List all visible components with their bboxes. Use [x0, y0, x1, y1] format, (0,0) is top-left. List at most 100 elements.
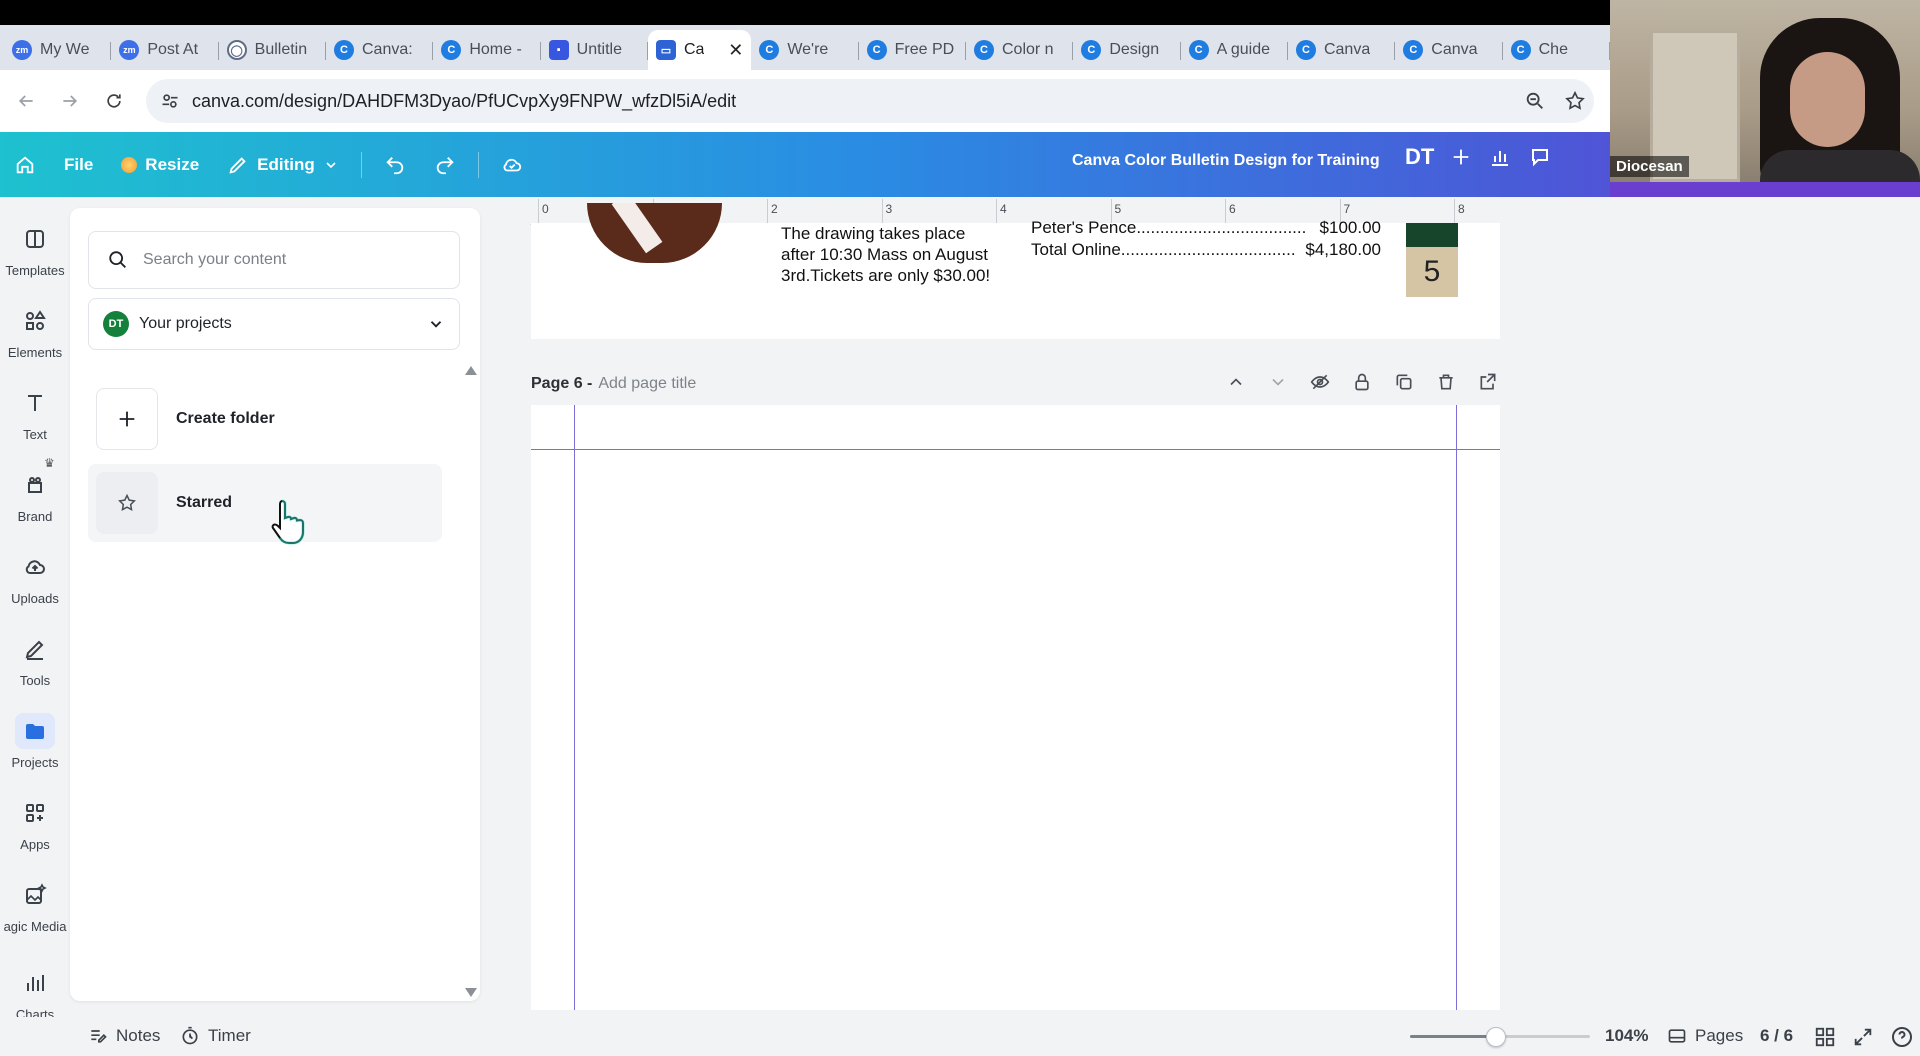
- browser-tab-label: My We: [40, 41, 90, 58]
- user-avatar[interactable]: DT: [1405, 144, 1434, 170]
- home-icon: [16, 155, 34, 173]
- editing-mode-dropdown[interactable]: Editing: [213, 145, 353, 185]
- browser-tab[interactable]: ◯ Bulletin: [219, 30, 326, 70]
- browser-tab[interactable]: C Canva: [1288, 30, 1396, 70]
- browser-tab-label: Bulletin: [254, 41, 308, 58]
- browser-tab[interactable]: C A guide: [1181, 30, 1288, 70]
- rail-tools[interactable]: Tools: [0, 631, 70, 688]
- pages-label: Pages: [1695, 1026, 1744, 1045]
- create-folder-label: Create folder: [176, 410, 275, 427]
- tools-icon: [15, 631, 55, 667]
- bookmark-star-icon[interactable]: [1564, 90, 1586, 112]
- url-field[interactable]: canva.com/design/DAHDFM3Dyao/PfUCvpXy9FN…: [146, 79, 1594, 123]
- rail-label: Tools: [19, 673, 51, 688]
- margin-guide-top: [531, 449, 1500, 450]
- browser-tab-label: A guide: [1216, 41, 1271, 58]
- projects-filter-dropdown[interactable]: DT Your projects: [88, 298, 460, 350]
- design-title[interactable]: Canva Color Bulletin Design for Training: [1072, 152, 1380, 170]
- rail-magic-media[interactable]: agic Media: [0, 877, 70, 934]
- home-button[interactable]: [0, 145, 50, 185]
- canva-icon: C: [759, 40, 780, 60]
- plus-icon[interactable]: [1450, 146, 1472, 168]
- canva-icon: C: [973, 40, 994, 60]
- rail-brand[interactable]: Brand: [0, 467, 70, 524]
- canva-icon: C: [1081, 40, 1102, 60]
- create-folder-button[interactable]: Create folder: [96, 388, 426, 450]
- browser-tab[interactable]: C Che: [1503, 30, 1610, 70]
- cloud-save-status[interactable]: [487, 145, 537, 185]
- drawing-announcement-text[interactable]: The drawing takes place after 10:30 Mass…: [781, 223, 1001, 286]
- duplicate-page-icon[interactable]: [1394, 372, 1414, 392]
- zoom-slider-handle[interactable]: [1486, 1027, 1507, 1047]
- back-button[interactable]: [8, 83, 44, 119]
- rail-apps[interactable]: Apps: [0, 795, 70, 852]
- ruler-tick-line: [538, 199, 539, 225]
- lock-page-icon[interactable]: [1352, 372, 1372, 392]
- charts-icon: [15, 965, 55, 1001]
- rail-projects[interactable]: Projects: [0, 713, 70, 770]
- browser-tab[interactable]: C Free PD: [859, 30, 966, 70]
- browser-tab[interactable]: C Canva: [1395, 30, 1503, 70]
- fullscreen-icon[interactable]: [1852, 1026, 1874, 1048]
- insights-chart-icon[interactable]: [1488, 145, 1512, 169]
- page-5-canvas[interactable]: The drawing takes place after 10:30 Mass…: [531, 203, 1500, 339]
- browser-tab[interactable]: zm My We: [4, 30, 112, 70]
- editor-footer: Notes Timer 104% Pages 6 / 6: [0, 1017, 1920, 1056]
- zoom-slider[interactable]: [1410, 1027, 1590, 1047]
- browser-tab[interactable]: C Design: [1073, 30, 1181, 70]
- grid-view-icon[interactable]: [1814, 1026, 1836, 1048]
- page-6-canvas[interactable]: [531, 405, 1500, 1010]
- browser-tab[interactable]: ▪ Untitle: [541, 30, 648, 70]
- browser-tab-label: Untitle: [576, 41, 622, 58]
- notes-button[interactable]: Notes: [88, 1026, 160, 1046]
- help-icon[interactable]: [1890, 1025, 1914, 1049]
- rail-label: Uploads: [11, 591, 59, 606]
- scroll-down-arrow[interactable]: [465, 988, 477, 997]
- site-settings-icon[interactable]: [160, 91, 180, 111]
- pages-button[interactable]: Pages: [1667, 1026, 1743, 1046]
- move-page-down-icon[interactable]: [1268, 372, 1288, 392]
- forward-button[interactable]: [52, 83, 88, 119]
- rail-elements[interactable]: Elements: [0, 303, 70, 360]
- crown-premium-icon: ♛: [44, 456, 55, 470]
- zoom-percentage[interactable]: 104%: [1605, 1026, 1648, 1046]
- browser-tab[interactable]: C Canva:: [326, 30, 434, 70]
- hide-page-icon[interactable]: [1310, 372, 1330, 392]
- page-number-box[interactable]: 5: [1406, 247, 1458, 297]
- zoom-magnifier-icon[interactable]: [1524, 90, 1546, 112]
- file-menu-button[interactable]: File: [50, 145, 107, 185]
- scroll-up-arrow[interactable]: [465, 366, 477, 375]
- timer-button[interactable]: Timer: [180, 1026, 251, 1046]
- search-input[interactable]: [143, 251, 443, 269]
- browser-tab-label: Free PD: [894, 41, 955, 58]
- ruler-tick-line: [881, 199, 883, 225]
- close-tab-icon[interactable]: ✕: [728, 40, 743, 61]
- resize-button[interactable]: Resize: [107, 145, 213, 185]
- rail-charts[interactable]: Charts: [0, 965, 70, 1022]
- add-page-icon[interactable]: [1478, 372, 1498, 392]
- rail-label: agic Media: [3, 919, 67, 934]
- search-box[interactable]: [88, 231, 460, 289]
- rail-uploads[interactable]: Uploads: [0, 549, 70, 606]
- delete-page-icon[interactable]: [1436, 372, 1456, 392]
- browser-tab[interactable]: C Home -: [433, 30, 541, 70]
- browser-tab[interactable]: C Color n: [966, 30, 1074, 70]
- rail-label: Elements: [7, 345, 63, 360]
- redo-button[interactable]: [420, 145, 470, 185]
- move-page-up-icon[interactable]: [1226, 372, 1246, 392]
- browser-tab[interactable]: C We're: [751, 30, 859, 70]
- page-title-input[interactable]: Add page title: [598, 375, 696, 393]
- comment-icon[interactable]: [1528, 145, 1552, 169]
- templates-icon: [15, 221, 55, 257]
- finance-summary[interactable]: Peter's Pence...........................…: [1031, 217, 1381, 261]
- browser-tab[interactable]: zm Post At: [111, 30, 219, 70]
- browser-tab[interactable]: ▭ Ca ✕: [647, 30, 752, 70]
- canva-project-icon: ▭: [655, 40, 676, 60]
- page-counter: 6 / 6: [1760, 1026, 1794, 1045]
- reload-button[interactable]: [96, 83, 132, 119]
- page-6-header: Page 6 - Add page title: [531, 370, 1500, 398]
- undo-button[interactable]: [370, 145, 420, 185]
- starred-folder[interactable]: Starred: [88, 464, 442, 542]
- rail-templates[interactable]: Templates: [0, 221, 70, 278]
- rail-text[interactable]: Text: [0, 385, 70, 442]
